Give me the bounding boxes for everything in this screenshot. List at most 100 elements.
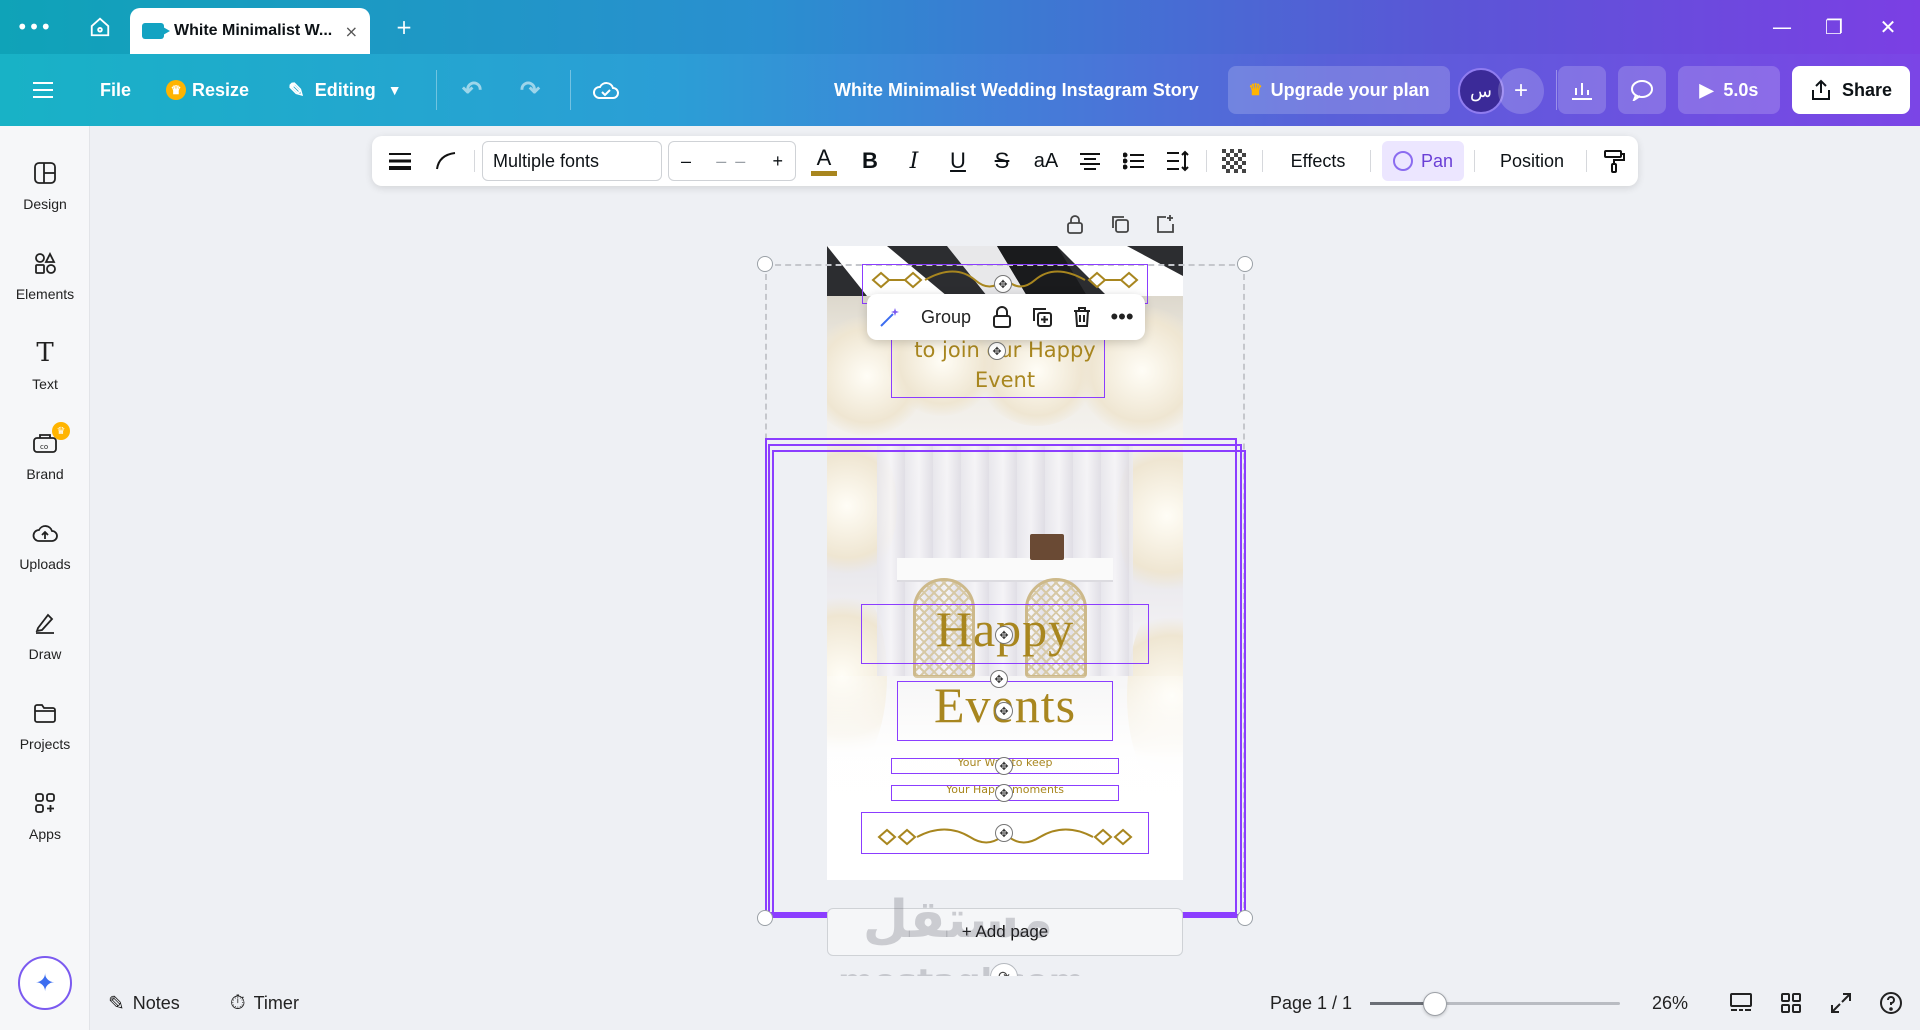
magic-edit-icon[interactable] [873, 300, 907, 334]
resize-handle-top-left[interactable] [757, 256, 773, 272]
bold-button[interactable]: B [850, 141, 890, 181]
sidebar-item-label: Draw [28, 646, 62, 662]
text-icon: T [36, 338, 54, 368]
font-size-value[interactable]: – – [716, 151, 747, 172]
curve-text-icon[interactable] [426, 141, 466, 181]
present-play-button[interactable]: ▶ 5.0s [1678, 66, 1780, 114]
magic-assistant-button[interactable]: ✦ [18, 956, 72, 1010]
restore-button[interactable]: ❐ [1814, 12, 1854, 42]
underline-button[interactable]: U [938, 141, 978, 181]
more-options-icon[interactable]: ••• [1105, 300, 1139, 334]
delete-trash-icon[interactable] [1065, 300, 1099, 334]
sidebar-item-elements[interactable]: Elements [0, 242, 90, 322]
tab-close-icon[interactable]: × [345, 22, 358, 41]
sidebar-item-uploads[interactable]: Uploads [0, 512, 90, 592]
sidebar-item-label: Design [23, 196, 67, 212]
browser-tab[interactable]: White Minimalist W... × [130, 8, 370, 54]
minimize-button[interactable]: — [1762, 12, 1802, 42]
notes-button[interactable]: ✎ Notes [108, 976, 180, 1030]
play-icon: ▶ [1699, 79, 1714, 100]
page-indicator[interactable]: Page 1 / 1 [1270, 976, 1352, 1030]
effects-button[interactable]: Effects [1270, 141, 1366, 181]
text-color-button[interactable]: A [804, 141, 844, 181]
sidebar-item-draw[interactable]: Draw [0, 602, 90, 682]
document-title[interactable]: White Minimalist Wedding Instagram Story [834, 54, 1199, 126]
redo-icon[interactable]: ↷ [520, 54, 540, 126]
animate-icon [1392, 151, 1413, 171]
sidebar-item-label: Apps [29, 826, 61, 842]
size-decrease-button[interactable]: – [681, 151, 691, 172]
move-handle-icon[interactable]: ✥ [995, 784, 1013, 802]
strikethrough-button[interactable]: S [982, 141, 1022, 181]
spacing-icon[interactable] [1158, 141, 1198, 181]
editing-mode-button[interactable]: ✎ Editing ▼ [288, 54, 402, 126]
move-handle-icon[interactable]: ✥ [995, 824, 1013, 842]
sidebar-item-brand[interactable]: co ♛ Brand [0, 422, 90, 502]
sidebar-item-projects[interactable]: Projects [0, 692, 90, 772]
invite-plus-button[interactable]: + [1498, 68, 1544, 114]
move-handle-icon[interactable]: ✥ [988, 342, 1006, 360]
sidebar-item-design[interactable]: Design [0, 152, 90, 232]
page-view-icon[interactable] [1726, 989, 1756, 1017]
comment-icon[interactable] [1618, 66, 1666, 114]
more-horizontal-icon[interactable]: ••• [16, 13, 51, 41]
grid-view-icon[interactable] [1776, 989, 1806, 1017]
resize-handle-top-right[interactable] [1237, 256, 1253, 272]
toolbar-divider [474, 150, 475, 172]
undo-icon[interactable]: ↶ [462, 54, 482, 126]
bullet-list-icon[interactable] [1114, 141, 1154, 181]
letter-case-button[interactable]: aA [1026, 141, 1066, 181]
menu-icon[interactable] [32, 54, 54, 126]
copy-style-paint-roller-icon[interactable] [1594, 141, 1634, 181]
zoom-slider-knob[interactable] [1423, 992, 1447, 1016]
cloud-saved-icon[interactable] [592, 54, 620, 126]
timer-icon: ⏱ [230, 991, 246, 1014]
move-handle-icon[interactable]: ✥ [990, 670, 1008, 688]
move-handle-icon[interactable]: ✥ [995, 626, 1013, 644]
add-page-icon[interactable] [1153, 212, 1177, 236]
lock-icon[interactable] [985, 300, 1019, 334]
upgrade-plan-button[interactable]: ♛ Upgrade your plan [1228, 66, 1450, 114]
move-handle-icon[interactable]: ✥ [994, 275, 1012, 293]
insights-chart-icon[interactable] [1558, 66, 1606, 114]
font-size-stepper[interactable]: – – – + [668, 141, 796, 181]
font-family-select[interactable]: Multiple fonts [482, 141, 662, 181]
duplicate-page-icon[interactable] [1108, 212, 1132, 236]
move-handle-icon[interactable]: ✥ [995, 757, 1013, 775]
group-button[interactable]: Group [911, 300, 981, 334]
help-icon[interactable] [1876, 989, 1906, 1017]
video-icon [142, 23, 170, 39]
close-window-button[interactable]: ✕ [1868, 12, 1908, 42]
share-button[interactable]: Share [1792, 66, 1910, 114]
resize-handle-bottom-left[interactable] [757, 910, 773, 926]
share-label: Share [1841, 79, 1893, 100]
lock-page-icon[interactable] [1063, 212, 1087, 236]
upgrade-label: Upgrade your plan [1270, 79, 1430, 100]
resize-handle-bottom-right[interactable] [1237, 910, 1253, 926]
zoom-level[interactable]: 26% [1652, 976, 1688, 1030]
sidebar-item-apps[interactable]: Apps [0, 782, 90, 862]
transparency-icon[interactable] [1214, 141, 1254, 181]
resize-button[interactable]: ♛ Resize [166, 54, 249, 126]
pan-label: Pan [1420, 150, 1454, 171]
header-divider [570, 70, 571, 110]
home-icon[interactable] [86, 13, 114, 41]
pan-animation-button[interactable]: Pan [1382, 141, 1464, 181]
new-tab-button[interactable]: + [390, 13, 418, 41]
sidebar-item-text[interactable]: T Text [0, 332, 90, 412]
line-weight-icon[interactable] [380, 141, 420, 181]
notes-label: Notes [132, 992, 180, 1013]
duplicate-icon[interactable] [1025, 300, 1059, 334]
zoom-slider[interactable] [1370, 992, 1620, 1016]
pencil-icon: ✎ [288, 79, 305, 102]
timer-button[interactable]: ⏱ Timer [230, 976, 299, 1030]
size-increase-button[interactable]: + [772, 151, 783, 172]
align-center-icon[interactable] [1070, 141, 1110, 181]
fullscreen-icon[interactable] [1826, 989, 1856, 1017]
position-button[interactable]: Position [1482, 141, 1582, 181]
add-page-button[interactable]: + Add page [827, 908, 1183, 956]
header-divider [1556, 70, 1557, 110]
italic-button[interactable]: I [894, 141, 934, 181]
file-menu[interactable]: File [100, 54, 131, 126]
move-handle-icon[interactable]: ✥ [995, 702, 1013, 720]
